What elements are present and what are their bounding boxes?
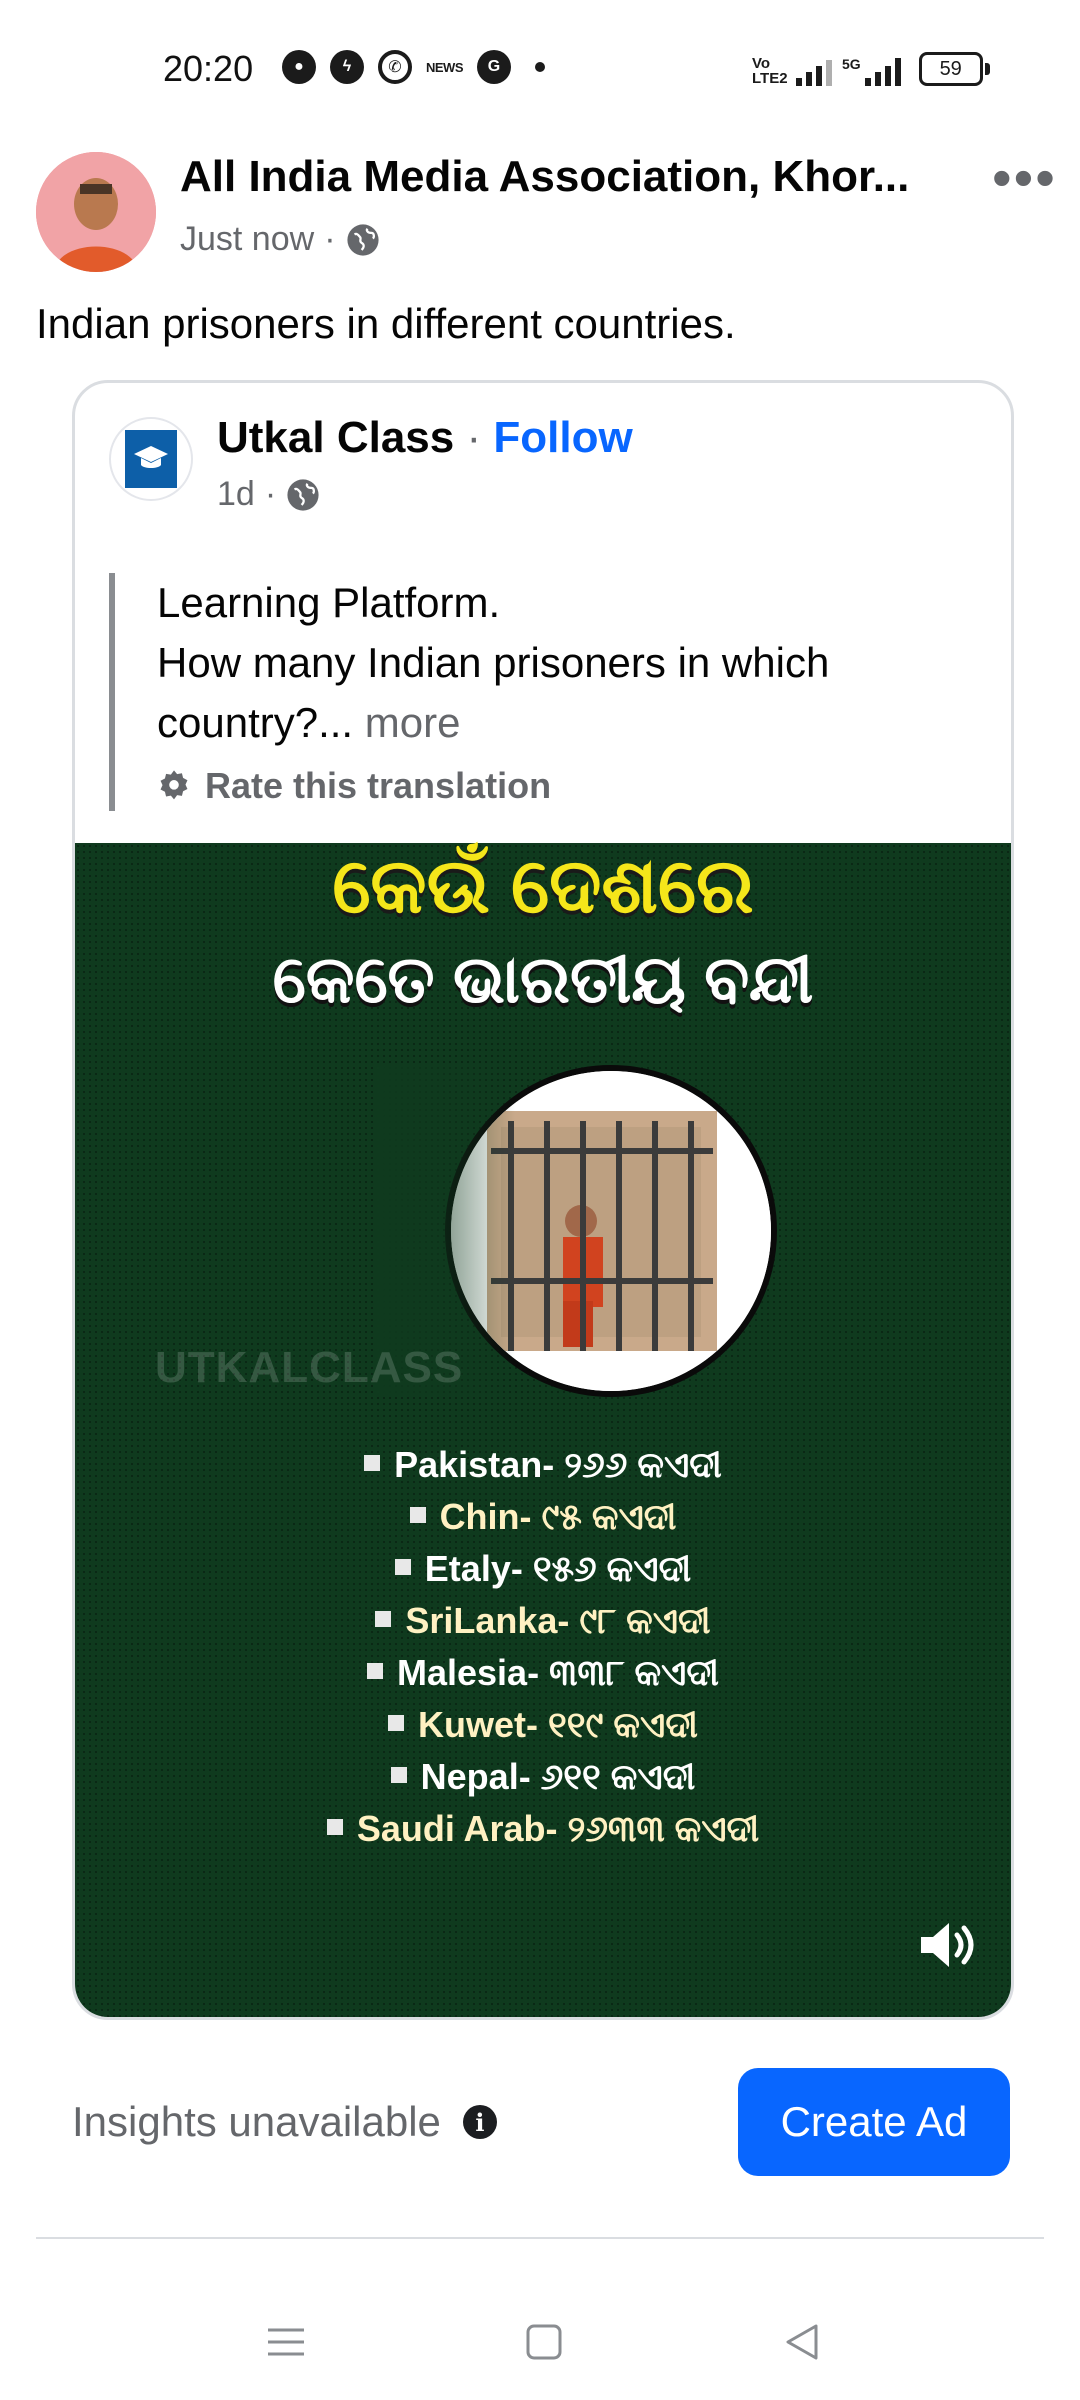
post-time: Just now: [180, 220, 315, 258]
menu-icon[interactable]: [264, 2320, 308, 2369]
info-icon[interactable]: i: [462, 2105, 497, 2139]
shared-page-header: Utkal Class · Follow: [217, 413, 633, 463]
rate-translation-link[interactable]: Rate this translation: [157, 761, 997, 811]
volte-indicator: Vo LTE2: [752, 55, 788, 87]
rate-translation-label: Rate this translation: [205, 765, 552, 806]
shared-post-time: 1d: [217, 475, 255, 513]
messenger-icon: ϟ: [330, 50, 364, 84]
whatsapp-icon: ✆: [378, 50, 412, 84]
system-nav-bar: [0, 2290, 1080, 2400]
post-meta: Just now ·: [180, 220, 380, 259]
news-icon: NEWS: [426, 59, 464, 75]
see-more-link[interactable]: more: [365, 699, 461, 746]
list-item: Nepal- ୬୧୧ କଏଦୀ: [75, 1751, 1011, 1803]
back-icon[interactable]: [780, 2320, 824, 2369]
globe-icon: [346, 223, 379, 256]
prisoner-count-list: Pakistan- ୨୬୬ କଏଦୀ Chin- ୯୫ କଏଦୀ Etaly- …: [75, 1439, 1011, 1855]
graduation-cap-icon: [134, 446, 168, 468]
shared-text-line: How many Indian prisoners in which: [157, 639, 830, 686]
status-bar: 20:20 ● ϟ ✆ NEWS G Vo LTE2 5G 59: [0, 0, 1080, 140]
shared-post-meta: 1d ·: [217, 475, 320, 514]
video-watermark: UTKALCLASS: [155, 1343, 464, 1392]
list-item: Saudi Arab- ୨୬୩୩ କଏଦୀ: [75, 1803, 1011, 1855]
notification-icons: ● ϟ ✆ NEWS G: [282, 50, 545, 84]
list-item: Malesia- ୩୩୮ କଏଦୀ: [75, 1647, 1011, 1699]
system-icons: Vo LTE2 5G 59: [752, 52, 990, 87]
shared-page-name[interactable]: Utkal Class: [217, 413, 454, 462]
video-title-line2: କେତେ ଭାରତୀୟ ବନ୍ଦୀ: [272, 942, 814, 1016]
divider: [36, 2237, 1044, 2239]
app-notification-icon: G: [477, 50, 511, 84]
list-item: Chin- ୯୫ କଏଦୀ: [75, 1491, 1011, 1543]
author-name[interactable]: All India Media Association, Khor...: [180, 152, 960, 202]
signal-icon-2: [864, 56, 901, 86]
settings-gear-icon: [160, 770, 188, 800]
home-icon[interactable]: [522, 2320, 566, 2369]
list-item: Pakistan- ୨୬୬ କଏଦୀ: [75, 1439, 1011, 1491]
status-time: 20:20: [163, 48, 254, 89]
name-separator: ·: [466, 413, 482, 462]
insights-status: Insights unavailable i: [72, 2098, 497, 2146]
chat-bubble-icon: ●: [282, 50, 316, 84]
translated-text-block: Learning Platform. How many Indian priso…: [109, 573, 997, 811]
globe-icon: [287, 478, 319, 511]
volume-icon[interactable]: [913, 1913, 977, 1982]
meta-separator: ·: [324, 220, 336, 258]
shared-text-line-last: country?... more: [157, 699, 461, 746]
video-title-line1: କେଉଁ ଦେଶରେ: [332, 844, 754, 929]
shared-text-line: Learning Platform.: [157, 579, 501, 626]
list-item: SriLanka- ୯୮ କଏଦୀ: [75, 1595, 1011, 1647]
battery-icon: 59: [918, 52, 990, 86]
meta-separator: ·: [264, 475, 277, 513]
video-player[interactable]: କେଉଁ ଦେଶରେ କେତେ ଭାରତୀୟ ବନ୍ଦୀ UTKALCLASS …: [75, 843, 1011, 2017]
5g-label: 5G: [842, 56, 861, 72]
list-item: Kuwet- ୧୧୯ କଏଦୀ: [75, 1699, 1011, 1751]
list-item: Etaly- ୧୫୬ କଏଦୀ: [75, 1543, 1011, 1595]
follow-button[interactable]: Follow: [493, 413, 632, 462]
insights-label: Insights unavailable: [72, 2098, 441, 2145]
shared-post-card[interactable]: Utkal Class · Follow 1d · Learning Platf…: [72, 380, 1014, 2020]
more-notifications-dot: [535, 62, 545, 72]
signal-icon-1: [796, 56, 832, 86]
page-logo[interactable]: [109, 417, 193, 501]
more-options-icon[interactable]: •••: [992, 150, 1057, 206]
create-ad-button[interactable]: Create Ad: [738, 2068, 1010, 2176]
post-caption: Indian prisoners in different countries.: [36, 300, 736, 347]
author-avatar[interactable]: [36, 152, 156, 272]
